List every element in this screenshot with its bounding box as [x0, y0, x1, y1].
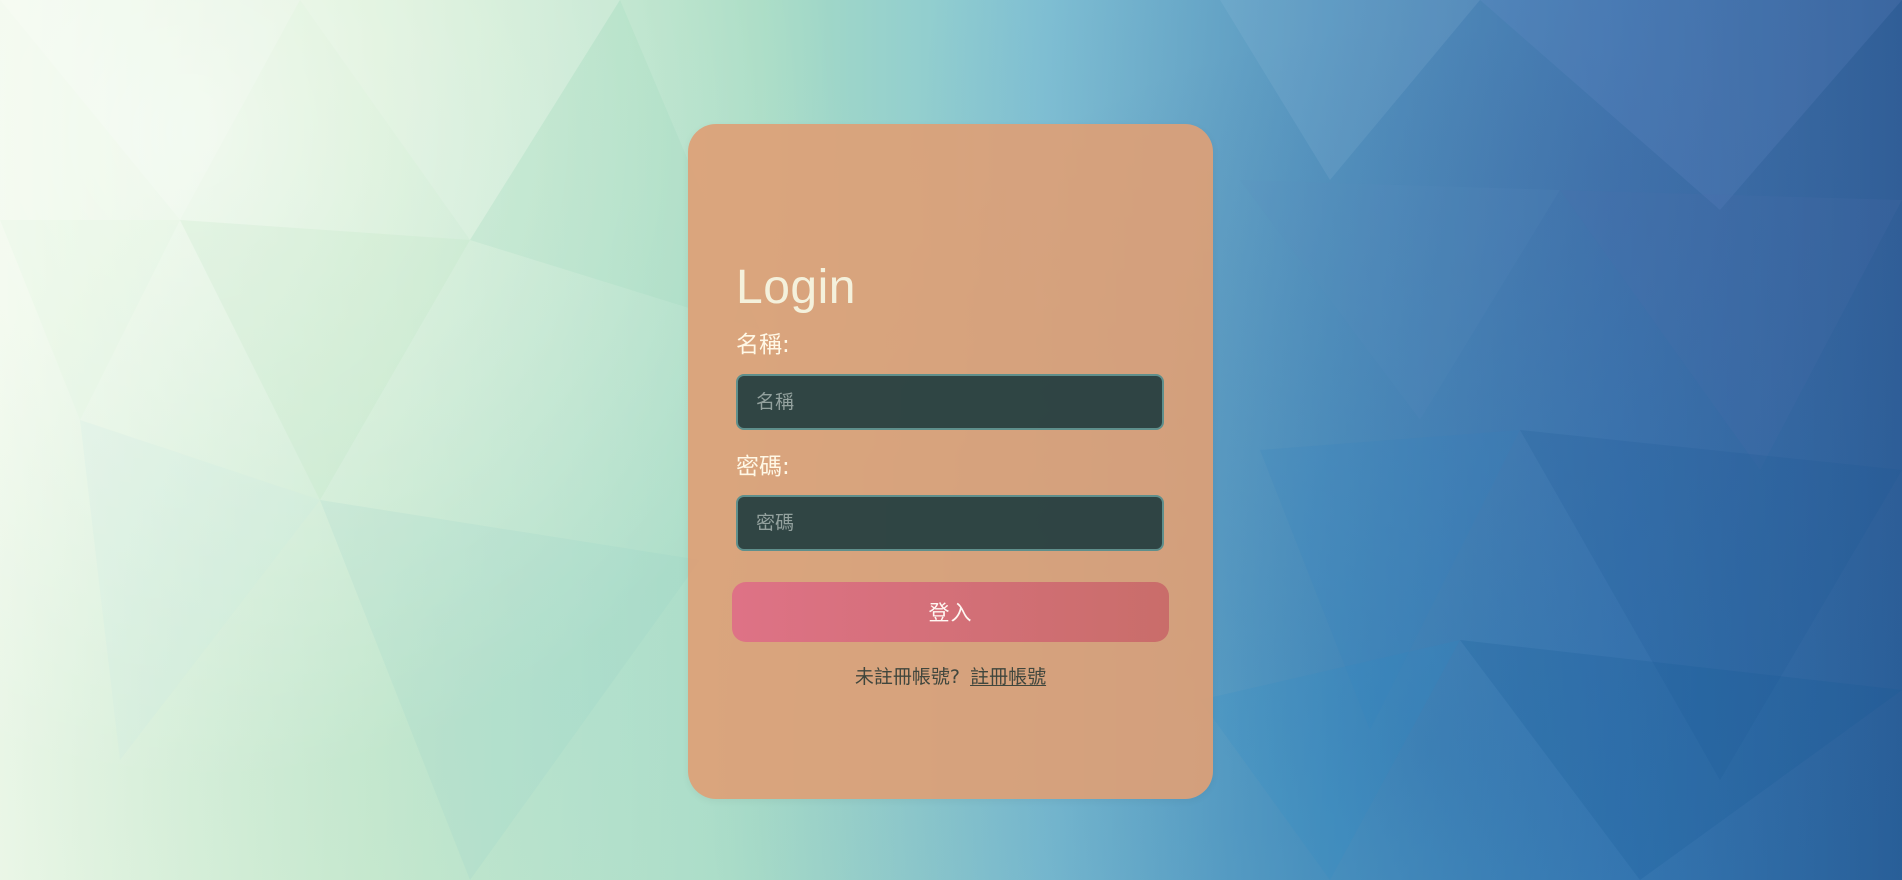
page-title: Login: [736, 261, 856, 314]
name-input[interactable]: [736, 373, 1164, 430]
password-input[interactable]: [736, 495, 1164, 552]
login-button[interactable]: 登入: [732, 582, 1169, 642]
register-row: 未註冊帳號? 註冊帳號: [688, 662, 1213, 689]
password-label: 密碼:: [736, 453, 790, 480]
register-link[interactable]: 註冊帳號: [970, 666, 1046, 688]
login-card: Login 名稱: 密碼: 登入 未註冊帳號? 註冊帳號: [688, 124, 1213, 799]
name-label: 名稱:: [736, 332, 790, 358]
register-prompt: 未註冊帳號?: [854, 666, 961, 688]
